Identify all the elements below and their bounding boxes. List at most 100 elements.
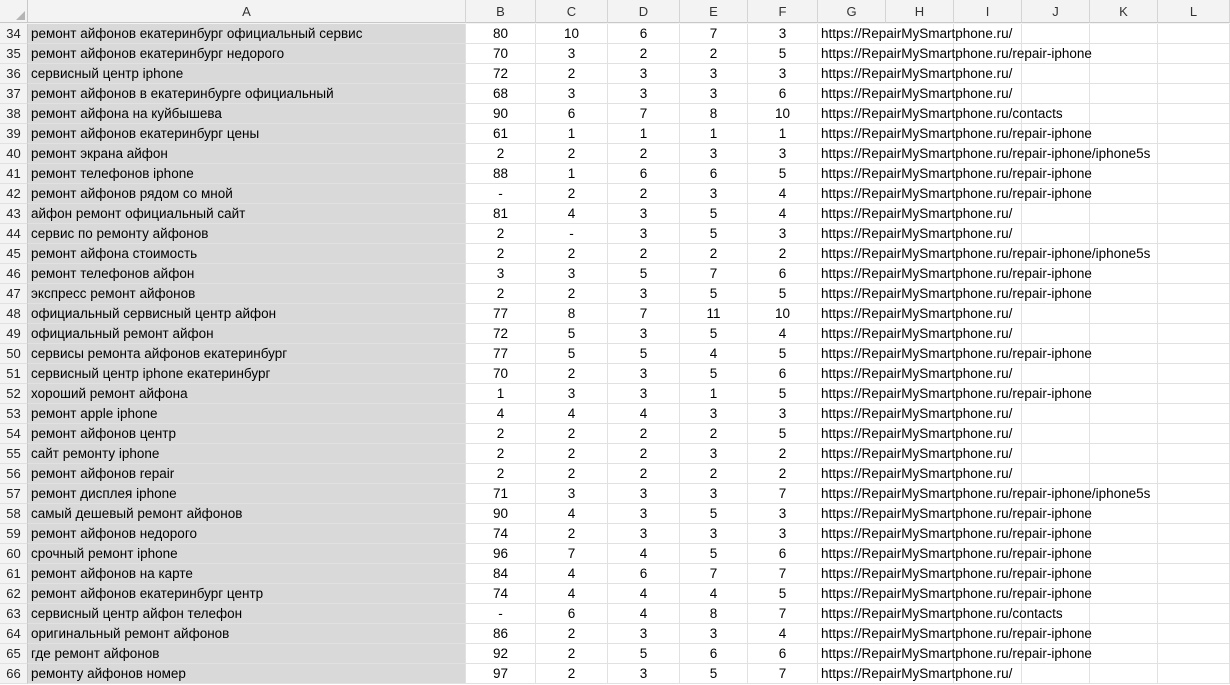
cell-empty[interactable]: [1090, 424, 1158, 444]
cell-b[interactable]: 3: [466, 264, 536, 284]
cell-url[interactable]: https://RepairMySmartphone.ru/repair-iph…: [818, 544, 1092, 564]
cell-empty[interactable]: [1022, 464, 1090, 484]
cell-keyword[interactable]: ремонт айфонов екатеринбург цены: [28, 124, 466, 144]
cell-empty[interactable]: [1022, 24, 1090, 44]
cell-c[interactable]: 7: [536, 544, 608, 564]
cell-c[interactable]: 3: [536, 384, 608, 404]
cell-empty[interactable]: [1158, 284, 1230, 304]
column-header-e[interactable]: E: [680, 0, 748, 23]
cell-keyword[interactable]: сервисный центр iphone екатеринбург: [28, 364, 466, 384]
cell-c[interactable]: 2: [536, 144, 608, 164]
cell-url[interactable]: https://RepairMySmartphone.ru/repair-iph…: [818, 344, 1092, 364]
cell-f[interactable]: 3: [748, 144, 818, 164]
cell-keyword[interactable]: самый дешевый ремонт айфонов: [28, 504, 466, 524]
cell-b[interactable]: 70: [466, 364, 536, 384]
cell-url[interactable]: https://RepairMySmartphone.ru/repair-iph…: [818, 584, 1092, 604]
cell-keyword[interactable]: ремонт экрана айфон: [28, 144, 466, 164]
cell-empty[interactable]: [1090, 184, 1158, 204]
cell-e[interactable]: 5: [680, 224, 748, 244]
cell-empty[interactable]: [1158, 104, 1230, 124]
cell-empty[interactable]: [1158, 164, 1230, 184]
cell-c[interactable]: 3: [536, 84, 608, 104]
spreadsheet-grid[interactable]: A B C D E F G H I J K L 34 ремонт айфонов…: [0, 0, 1230, 685]
cell-empty[interactable]: [1090, 104, 1158, 124]
cell-c[interactable]: 2: [536, 364, 608, 384]
cell-keyword[interactable]: ремонт айфонов екатеринбург центр: [28, 584, 466, 604]
cell-b[interactable]: 74: [466, 584, 536, 604]
cell-f[interactable]: 7: [748, 564, 818, 584]
cell-c[interactable]: 6: [536, 104, 608, 124]
cell-empty[interactable]: [1090, 504, 1158, 524]
cell-empty[interactable]: [1158, 584, 1230, 604]
cell-e[interactable]: 5: [680, 364, 748, 384]
cell-e[interactable]: 3: [680, 624, 748, 644]
cell-b[interactable]: 92: [466, 644, 536, 664]
cell-b[interactable]: 2: [466, 424, 536, 444]
cell-f[interactable]: 10: [748, 104, 818, 124]
cell-empty[interactable]: [1158, 264, 1230, 284]
cell-url[interactable]: https://RepairMySmartphone.ru/repair-iph…: [818, 164, 1092, 184]
cell-d[interactable]: 3: [608, 284, 680, 304]
cell-c[interactable]: 1: [536, 124, 608, 144]
cell-url[interactable]: https://RepairMySmartphone.ru/: [818, 404, 1012, 424]
cell-url[interactable]: https://RepairMySmartphone.ru/repair-iph…: [818, 124, 1092, 144]
cell-empty[interactable]: [1090, 624, 1158, 644]
cell-c[interactable]: 2: [536, 424, 608, 444]
cell-e[interactable]: 5: [680, 204, 748, 224]
cell-e[interactable]: 5: [680, 664, 748, 684]
cell-keyword[interactable]: официальный ремонт айфон: [28, 324, 466, 344]
cell-f[interactable]: 5: [748, 584, 818, 604]
cell-empty[interactable]: [1158, 364, 1230, 384]
cell-d[interactable]: 2: [608, 444, 680, 464]
cell-keyword[interactable]: оригинальный ремонт айфонов: [28, 624, 466, 644]
cell-f[interactable]: 6: [748, 264, 818, 284]
row-header[interactable]: 57: [0, 484, 28, 504]
cell-url[interactable]: https://RepairMySmartphone.ru/: [818, 364, 1012, 384]
cell-c[interactable]: 2: [536, 444, 608, 464]
cell-empty[interactable]: [1090, 44, 1158, 64]
cell-empty[interactable]: [1022, 84, 1090, 104]
cell-d[interactable]: 3: [608, 204, 680, 224]
cell-c[interactable]: 2: [536, 644, 608, 664]
cell-b[interactable]: 81: [466, 204, 536, 224]
cell-c[interactable]: 1: [536, 164, 608, 184]
cell-url[interactable]: https://RepairMySmartphone.ru/repair-iph…: [818, 524, 1092, 544]
cell-url[interactable]: https://RepairMySmartphone.ru/: [818, 424, 1012, 444]
cell-empty[interactable]: [1158, 544, 1230, 564]
cell-url[interactable]: https://RepairMySmartphone.ru/: [818, 24, 1012, 44]
cell-d[interactable]: 2: [608, 244, 680, 264]
cell-c[interactable]: 8: [536, 304, 608, 324]
row-header[interactable]: 66: [0, 664, 28, 684]
column-header-j[interactable]: J: [1022, 0, 1090, 23]
cell-keyword[interactable]: ремонт айфонов недорого: [28, 524, 466, 544]
cell-empty[interactable]: [1158, 24, 1230, 44]
cell-c[interactable]: 4: [536, 584, 608, 604]
cell-e[interactable]: 7: [680, 564, 748, 584]
cell-e[interactable]: 3: [680, 184, 748, 204]
cell-keyword[interactable]: ремонт айфона стоимость: [28, 244, 466, 264]
cell-b[interactable]: 96: [466, 544, 536, 564]
cell-empty[interactable]: [1022, 444, 1090, 464]
cell-e[interactable]: 3: [680, 404, 748, 424]
cell-e[interactable]: 8: [680, 104, 748, 124]
cell-e[interactable]: 5: [680, 284, 748, 304]
cell-empty[interactable]: [1022, 424, 1090, 444]
cell-empty[interactable]: [1158, 304, 1230, 324]
cell-d[interactable]: 2: [608, 464, 680, 484]
cell-url[interactable]: https://RepairMySmartphone.ru/: [818, 324, 1012, 344]
cell-e[interactable]: 5: [680, 324, 748, 344]
cell-keyword[interactable]: ремонт телефонов iphone: [28, 164, 466, 184]
cell-b[interactable]: 70: [466, 44, 536, 64]
row-header[interactable]: 56: [0, 464, 28, 484]
cell-c[interactable]: 5: [536, 344, 608, 364]
cell-e[interactable]: 7: [680, 24, 748, 44]
cell-d[interactable]: 6: [608, 24, 680, 44]
cell-b[interactable]: 77: [466, 304, 536, 324]
cell-empty[interactable]: [1090, 124, 1158, 144]
cell-b[interactable]: 68: [466, 84, 536, 104]
cell-empty[interactable]: [1158, 184, 1230, 204]
cell-keyword[interactable]: айфон ремонт официальный сайт: [28, 204, 466, 224]
cell-e[interactable]: 3: [680, 524, 748, 544]
cell-empty[interactable]: [1158, 464, 1230, 484]
cell-e[interactable]: 3: [680, 84, 748, 104]
